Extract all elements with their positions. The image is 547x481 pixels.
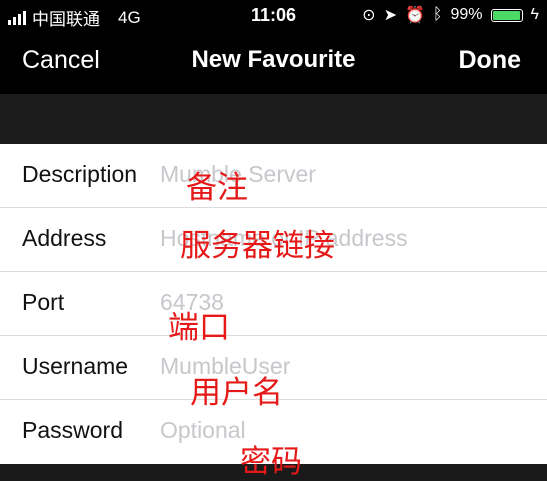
annotation-password: 密码 [240,444,302,479]
orientation-lock-icon: ⊙ [362,7,376,24]
annotation-username: 用户名 [190,375,283,410]
annotation-port: 端口 [168,310,230,345]
favourite-form: Description Mumble Server Address Hostna… [0,144,547,464]
battery-icon [490,8,523,22]
section-header-spacer [0,94,547,144]
location-arrow-icon: ➤ [383,7,397,24]
password-label: Password [22,417,123,443]
status-right: ⊙ ➤ ⏰ ᛒ 99% ϟ [362,5,539,25]
password-input[interactable]: Optional [160,417,246,444]
port-row[interactable]: Port 64738 [0,272,547,336]
annotation-description: 备注 [186,170,248,205]
description-label: Description [22,161,138,187]
alarm-icon: ⏰ [404,7,425,24]
status-bar: 中国联通 4G 11:06 ⊙ ➤ ⏰ ᛒ 99% ϟ [0,0,547,30]
navigation-bar: Cancel New Favourite Done [0,30,547,94]
annotation-address: 服务器链接 [180,228,335,263]
bluetooth-icon: ᛒ [432,6,443,23]
address-label: Address [22,225,107,251]
battery-percent: 99% [450,6,483,23]
charging-icon: ϟ [530,6,539,23]
done-button[interactable]: Done [459,46,522,75]
port-label: Port [22,289,65,315]
description-row[interactable]: Description Mumble Server [0,144,547,208]
username-label: Username [22,353,129,379]
